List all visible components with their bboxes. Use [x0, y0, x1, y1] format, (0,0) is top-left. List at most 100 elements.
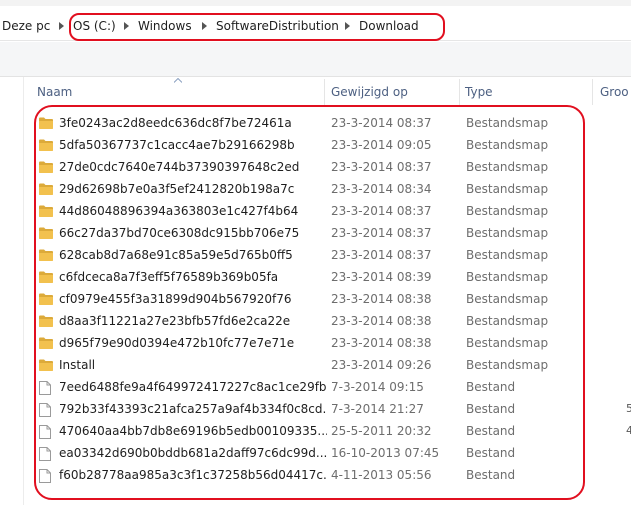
file-name[interactable]: 792b33f43393c21afca257a9af4b334f0c8cd... — [59, 402, 327, 416]
file-modified-date: 23-3-2014 09:05 — [331, 138, 432, 152]
file-modified-date: 23-3-2014 08:38 — [331, 292, 432, 306]
column-header: Naam Gewijzigd op Type Groo — [24, 77, 631, 105]
file-modified-date: 16-10-2013 07:45 — [331, 446, 440, 460]
file-modified-date: 23-3-2014 08:38 — [331, 336, 432, 350]
address-annotation-outline — [69, 13, 445, 41]
file-modified-date: 4-11-2013 05:56 — [331, 468, 432, 482]
folder-icon — [39, 359, 53, 374]
file-type: Bestandsmap — [466, 248, 549, 262]
folder-row[interactable]: 628cab8d7a68e91c85a59e5d765b0ff5 23-3-201… — [36, 245, 596, 267]
file-row[interactable]: f60b28778aa985a3c3f1c37258b56d04417c... 4… — [36, 465, 596, 487]
folder-icon — [39, 271, 53, 286]
file-type: Bestandsmap — [466, 138, 549, 152]
file-name[interactable]: 27de0cdc7640e744b37390397648c2ed — [59, 160, 327, 174]
file-name[interactable]: c6fdceca8a7f3eff5f76589b369b05fa — [59, 270, 327, 284]
truncated-size-mark: 5 — [626, 402, 631, 415]
folder-icon — [39, 227, 53, 242]
navigation-pane[interactable] — [0, 77, 24, 505]
folder-icon — [39, 315, 53, 330]
file-type: Bestand — [466, 402, 516, 416]
file-name[interactable]: d8aa3f11221a27e23bfb57fd6e2ca22e — [59, 314, 327, 328]
file-name[interactable]: 5dfa50367737c1cacc4ae7b29166298b — [59, 138, 327, 152]
file-type: Bestandsmap — [466, 336, 549, 350]
file-type: Bestand — [466, 468, 516, 482]
file-type: Bestandsmap — [466, 358, 549, 372]
column-header-name[interactable]: Naam — [37, 85, 72, 99]
column-divider[interactable] — [592, 79, 593, 105]
file-row[interactable]: 7eed6488fe9a4f649972417227c8ac1ce29fb...… — [36, 377, 596, 399]
file-modified-date: 23-3-2014 08:38 — [331, 314, 432, 328]
file-name[interactable]: 44d86048896394a363803e1c427f4b64 — [59, 204, 327, 218]
folder-row[interactable]: 29d62698b7e0a3f5ef2412820b198a7c 23-3-201… — [36, 179, 596, 201]
file-name[interactable]: cf0979e455f3a31899d904b567920f76 — [59, 292, 327, 306]
truncated-size-mark: 4 — [626, 424, 631, 437]
file-row[interactable]: ea03342d690b0bddb681a2daff97c6dc99d... 16… — [36, 443, 596, 465]
folder-icon — [39, 337, 53, 352]
folder-row[interactable]: 66c27da37bd70ce6308dc915bb706e75 23-3-201… — [36, 223, 596, 245]
file-name[interactable]: 66c27da37bd70ce6308dc915bb706e75 — [59, 226, 327, 240]
folder-icon — [39, 161, 53, 176]
folder-row[interactable]: d965f79e90d0394e472b10fc77e7e71e 23-3-201… — [36, 333, 596, 355]
file-icon — [39, 403, 51, 420]
file-modified-date: 23-3-2014 08:37 — [331, 248, 432, 262]
file-icon — [39, 469, 51, 486]
folder-icon — [39, 117, 53, 132]
file-name[interactable]: 7eed6488fe9a4f649972417227c8ac1ce29fb... — [59, 380, 327, 394]
folder-row[interactable]: 27de0cdc7640e744b37390397648c2ed 23-3-201… — [36, 157, 596, 179]
file-modified-date: 7-3-2014 21:27 — [331, 402, 424, 416]
folder-row[interactable]: d8aa3f11221a27e23bfb57fd6e2ca22e 23-3-201… — [36, 311, 596, 333]
file-type: Bestandsmap — [466, 270, 549, 284]
file-modified-date: 23-3-2014 08:37 — [331, 116, 432, 130]
file-name[interactable]: 3fe0243ac2d8eedc636dc8f7be72461a — [59, 116, 327, 130]
file-type: Bestand — [466, 446, 516, 460]
file-type: Bestand — [466, 424, 516, 438]
command-bar — [0, 42, 631, 77]
file-icon — [39, 447, 51, 464]
file-icon — [39, 425, 51, 442]
file-modified-date: 23-3-2014 08:37 — [331, 204, 432, 218]
folder-icon — [39, 293, 53, 308]
file-name[interactable]: ea03342d690b0bddb681a2daff97c6dc99d... — [59, 446, 327, 460]
folder-icon — [39, 249, 53, 264]
column-divider[interactable] — [324, 79, 325, 105]
file-modified-date: 23-3-2014 08:37 — [331, 160, 432, 174]
chevron-right-icon[interactable] — [58, 17, 68, 35]
column-header-size[interactable]: Groo — [600, 85, 629, 99]
folder-icon — [39, 183, 53, 198]
file-name[interactable]: 628cab8d7a68e91c85a59e5d765b0ff5 — [59, 248, 327, 262]
file-type: Bestandsmap — [466, 182, 549, 196]
breadcrumb-this-pc[interactable]: Deze pc — [2, 17, 50, 35]
folder-row[interactable]: cf0979e455f3a31899d904b567920f76 23-3-201… — [36, 289, 596, 311]
file-modified-date: 23-3-2014 08:37 — [331, 226, 432, 240]
file-row[interactable]: 470640aa4bb7db8e69196b5edb00109335... 25-… — [36, 421, 596, 443]
file-type: Bestandsmap — [466, 160, 549, 174]
column-header-type[interactable]: Type — [465, 85, 493, 99]
file-type: Bestand — [466, 380, 516, 394]
folder-row[interactable]: 44d86048896394a363803e1c427f4b64 23-3-201… — [36, 201, 596, 223]
folder-row[interactable]: c6fdceca8a7f3eff5f76589b369b05fa 23-3-201… — [36, 267, 596, 289]
file-row[interactable]: 792b33f43393c21afca257a9af4b334f0c8cd...… — [36, 399, 596, 421]
file-name[interactable]: f60b28778aa985a3c3f1c37258b56d04417c... — [59, 468, 327, 482]
file-name[interactable]: 470640aa4bb7db8e69196b5edb00109335... — [59, 424, 327, 438]
sort-ascending-icon — [174, 78, 182, 83]
file-modified-date: 23-3-2014 09:26 — [331, 358, 432, 372]
file-name[interactable]: Install — [59, 358, 327, 372]
file-icon — [39, 381, 51, 398]
file-name[interactable]: d965f79e90d0394e472b10fc77e7e71e — [59, 336, 327, 350]
folder-row[interactable]: 5dfa50367737c1cacc4ae7b29166298b 23-3-201… — [36, 135, 596, 157]
file-name[interactable]: 29d62698b7e0a3f5ef2412820b198a7c — [59, 182, 327, 196]
column-divider[interactable] — [459, 79, 460, 105]
folder-icon — [39, 139, 53, 154]
file-modified-date: 25-5-2011 20:32 — [331, 424, 432, 438]
file-modified-date: 23-3-2014 08:34 — [331, 182, 432, 196]
file-type: Bestandsmap — [466, 314, 549, 328]
column-header-modified[interactable]: Gewijzigd op — [331, 85, 408, 99]
file-type: Bestandsmap — [466, 204, 549, 218]
file-type: Bestandsmap — [466, 226, 549, 240]
folder-icon — [39, 205, 53, 220]
folder-row[interactable]: Install 23-3-2014 09:26 Bestandsmap — [36, 355, 596, 377]
file-type: Bestandsmap — [466, 116, 549, 130]
folder-row[interactable]: 3fe0243ac2d8eedc636dc8f7be72461a 23-3-201… — [36, 113, 596, 135]
file-modified-date: 23-3-2014 08:39 — [331, 270, 432, 284]
file-modified-date: 7-3-2014 09:15 — [331, 380, 424, 394]
